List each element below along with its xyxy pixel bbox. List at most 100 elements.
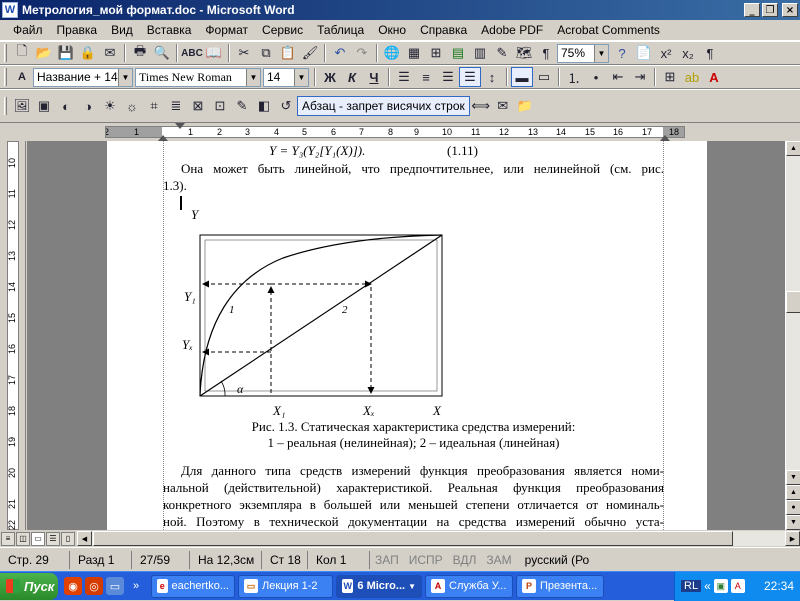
web-view-icon[interactable]: ◫ [16, 531, 30, 546]
columns-icon[interactable]: ▥ [469, 43, 491, 63]
print-icon[interactable]: 🖶 [129, 43, 151, 63]
increase-indent-icon[interactable]: ⇥ [629, 67, 651, 87]
transparent-icon[interactable]: ◧ [253, 96, 275, 116]
insert-excel-icon[interactable]: ▤ [447, 43, 469, 63]
bold-button[interactable]: Ж [319, 67, 341, 87]
scroll-down-icon[interactable]: ▼ [786, 470, 800, 485]
crop-icon[interactable]: ⌗ [143, 96, 165, 116]
status-column[interactable]: Кол 1 [308, 550, 370, 569]
more-icon[interactable]: » [127, 577, 145, 595]
minimize-button[interactable]: _ [744, 3, 760, 17]
redo-icon[interactable]: ↷ [351, 43, 373, 63]
clock[interactable]: 22:34 [764, 579, 794, 593]
show-hide-icon[interactable]: ¶ [535, 43, 557, 63]
copy-icon[interactable]: ⧉ [255, 43, 277, 63]
styles-pane-icon[interactable]: A [11, 67, 33, 87]
scroll-thumb[interactable] [786, 291, 800, 313]
align-right-icon[interactable]: ☰ [437, 67, 459, 87]
save-icon[interactable]: 💾 [55, 43, 77, 63]
superscript-icon[interactable]: x² [655, 43, 677, 63]
align-center-icon[interactable]: ≡ [415, 67, 437, 87]
justify-icon[interactable]: ☰ [459, 67, 481, 87]
prev-page-icon[interactable]: ▲ [786, 485, 800, 500]
menu-table[interactable]: Таблица [310, 23, 371, 37]
brightness-icon[interactable]: ☀ [99, 96, 121, 116]
status-track-changes[interactable]: ИСПР [404, 551, 448, 569]
menu-tools[interactable]: Сервис [255, 23, 310, 37]
read-icon[interactable]: 📄 [633, 43, 655, 63]
status-page[interactable]: Стр. 29 [0, 550, 70, 569]
cut-icon[interactable]: ✂ [233, 43, 255, 63]
compress-icon[interactable]: ⊠ [187, 96, 209, 116]
font-color-icon[interactable]: A [703, 67, 725, 87]
scroll-right-icon[interactable]: ▶ [785, 531, 800, 546]
status-overtype[interactable]: ЗАМ [481, 551, 516, 569]
style-hint-box[interactable]: Абзац - запрет висячих строк [297, 96, 470, 116]
print-preview-icon[interactable]: 🔍 [151, 43, 173, 63]
close-button[interactable]: × [782, 3, 798, 17]
status-section[interactable]: Разд 1 [70, 550, 132, 569]
start-button[interactable]: Пуск [0, 572, 58, 600]
vertical-ruler[interactable]: 10 11 12 13 14 15 16 17 18 19 20 21 22 [0, 141, 26, 530]
chevron-down-icon[interactable]: ▼ [118, 68, 132, 86]
font-size-combo[interactable]: 14 ▼ [263, 67, 309, 87]
chevron-down-icon[interactable]: ▼ [294, 68, 308, 86]
horizontal-ruler[interactable]: 2 1 1 2 3 4 5 6 7 8 9 10 11 12 13 14 15 … [0, 123, 800, 141]
color-icon[interactable]: ▣ [33, 96, 55, 116]
acrobat-tray-icon[interactable]: A [730, 579, 745, 593]
h-scroll-track[interactable]: ◀ ▶ [77, 531, 800, 546]
insert-picture-icon[interactable]: 🖼 [11, 96, 33, 116]
status-language[interactable]: русский (Ро [517, 551, 598, 569]
pilcrow-tool-icon[interactable]: ⟺ [470, 96, 492, 116]
restore-button[interactable]: ❐ [762, 3, 778, 17]
task-item[interactable]: ▭ Лекция 1-2 [238, 574, 333, 598]
tray-expand-icon[interactable]: « [704, 579, 711, 593]
document-area[interactable]: Y = Y₃(Y₂[Y₁(X)]). (1.11) Она может быть… [27, 141, 785, 530]
reading-view-icon[interactable]: ▯ [61, 531, 75, 546]
new-document-icon[interactable]: 🗋 [11, 43, 33, 63]
open-folder-icon[interactable]: 📂 [33, 43, 55, 63]
font-combo[interactable]: Times New Roman ▼ [135, 67, 261, 87]
decrease-indent-icon[interactable]: ⇤ [607, 67, 629, 87]
reset-picture-icon[interactable]: ↺ [275, 96, 297, 116]
toolbar-grip[interactable] [4, 68, 7, 86]
status-extend[interactable]: ВДЛ [448, 551, 482, 569]
line-spacing-icon[interactable]: ↕ [481, 67, 503, 87]
hyperlink-icon[interactable]: 🌐 [381, 43, 403, 63]
task-item[interactable]: e eachertko... [151, 574, 235, 598]
browser-icon[interactable]: ◉ [64, 577, 82, 595]
normal-view-icon[interactable]: ≡ [1, 531, 15, 546]
paste-icon[interactable]: 📋 [277, 43, 299, 63]
status-pages[interactable]: 27/59 [132, 550, 190, 569]
menu-view[interactable]: Вид [104, 23, 140, 37]
border-line-icon[interactable]: ▬ [511, 67, 533, 87]
research-icon[interactable]: 📖 [203, 43, 225, 63]
menu-format[interactable]: Формат [198, 23, 255, 37]
h-scroll-thumb[interactable] [93, 531, 733, 546]
undo-icon[interactable]: ↶ [329, 43, 351, 63]
scroll-left-icon[interactable]: ◀ [77, 531, 92, 546]
status-record[interactable]: ЗАП [370, 551, 404, 569]
line-style-icon[interactable]: ≣ [165, 96, 187, 116]
bullets-icon[interactable]: • [585, 67, 607, 87]
numbering-icon[interactable]: ⒈ [563, 67, 585, 87]
browse-object-icon[interactable]: ● [786, 500, 800, 515]
toolbar-grip[interactable] [4, 44, 7, 62]
subscript-icon[interactable]: x₂ [677, 43, 699, 63]
italic-button[interactable]: К [341, 67, 363, 87]
word-app-icon[interactable]: W [2, 2, 18, 18]
document-page[interactable]: Y = Y₃(Y₂[Y₁(X)]). (1.11) Она может быть… [107, 141, 707, 530]
first-line-indent-marker[interactable] [175, 123, 185, 129]
align-left-icon[interactable]: ☰ [393, 67, 415, 87]
menu-insert[interactable]: Вставка [140, 23, 199, 37]
underline-button[interactable]: Ч [363, 67, 385, 87]
borders-icon[interactable]: ⊞ [659, 67, 681, 87]
style-combo[interactable]: Название + 14 г ▼ [33, 67, 133, 87]
language-indicator[interactable]: RL [681, 580, 702, 592]
task-item[interactable]: A Служба У... [425, 574, 513, 598]
menu-adobe-pdf[interactable]: Adobe PDF [474, 23, 550, 37]
print-layout-icon[interactable]: ▭ [31, 531, 45, 546]
scroll-up-icon[interactable]: ▲ [786, 141, 800, 156]
vertical-scrollbar[interactable]: ▲ ▼ ▲ ● ▼ [785, 141, 800, 530]
drawing-icon[interactable]: ✎ [491, 43, 513, 63]
